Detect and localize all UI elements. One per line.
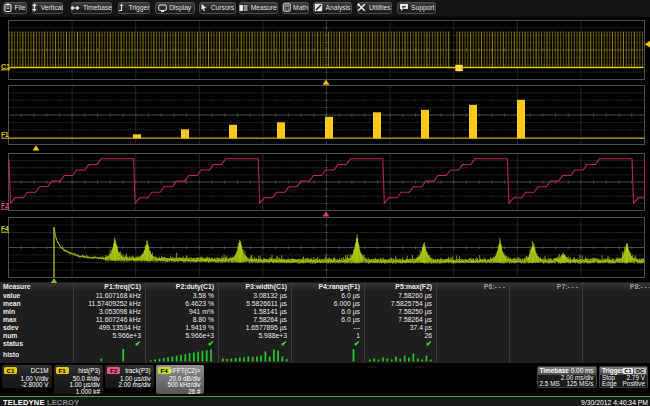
svg-text:F4: F4 [1,225,9,232]
svg-text:F1: F1 [1,131,9,138]
svg-text:F2: F2 [1,202,9,209]
svg-text:C1: C1 [1,63,10,70]
